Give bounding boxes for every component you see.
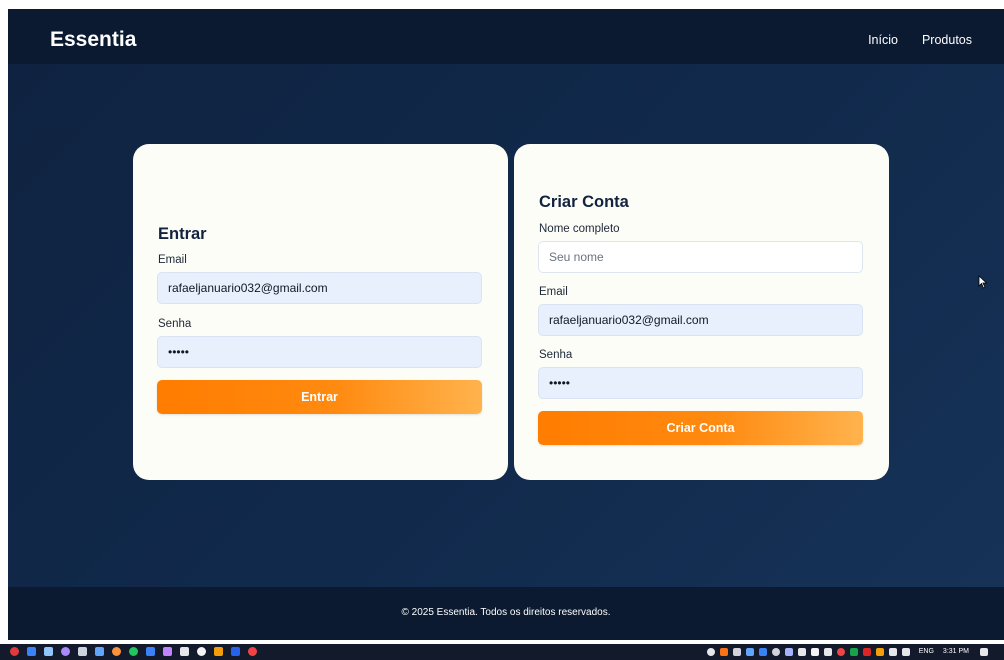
register-password-label: Senha [539,349,573,361]
monitor-icon[interactable] [95,647,104,656]
login-password-input[interactable] [157,336,482,368]
firefox-icon[interactable] [112,647,121,656]
tray-app2-icon[interactable] [810,647,819,656]
chrome-icon[interactable] [248,647,257,656]
tray-search-icon[interactable] [706,647,715,656]
notification-icon[interactable] [980,647,988,656]
register-title: Criar Conta [539,193,629,211]
login-card: Entrar Email Senha Entrar [133,144,508,480]
login-email-input[interactable] [157,272,482,304]
tray-badge-icon[interactable] [849,647,858,656]
system-tray: ENG 3:31 PM [706,647,988,656]
tray-cloud-icon[interactable] [745,647,754,656]
mic-icon[interactable] [823,647,832,656]
register-name-label: Nome completo [539,223,620,235]
settings-icon[interactable] [78,647,87,656]
headset-icon[interactable] [732,647,741,656]
bluetooth-icon[interactable] [797,647,806,656]
language-indicator[interactable]: ENG [919,647,934,656]
navbar: Essentia Início Produtos [8,9,1004,64]
volume-icon[interactable] [901,647,910,656]
folder-icon[interactable] [214,647,223,656]
register-submit-button[interactable]: Criar Conta [538,411,863,445]
whatsapp-icon[interactable] [129,647,138,656]
register-name-input[interactable] [538,241,863,273]
tray-badge2-icon[interactable] [862,647,871,656]
network-icon[interactable] [888,647,897,656]
footer: © 2025 Essentia. Todos os direitos reser… [8,587,1004,640]
notes-icon[interactable] [180,647,189,656]
tray-app-icon[interactable] [719,647,728,656]
footer-copyright: © 2025 Essentia. Todos os direitos reser… [401,607,611,618]
register-email-input[interactable] [538,304,863,336]
tray-globe-icon[interactable] [771,647,780,656]
start-icon[interactable] [10,647,19,656]
nav-link-inicio[interactable]: Início [868,33,898,47]
tray-fox-icon[interactable] [875,647,884,656]
taskbar: ENG 3:31 PM [0,644,1004,660]
register-password-input[interactable] [538,367,863,399]
nav-links: Início Produtos [868,33,972,47]
register-card: Criar Conta Nome completo Email Senha Cr… [514,144,889,480]
app-icon[interactable] [61,647,70,656]
mouse-cursor-icon [978,275,988,289]
login-title: Entrar [158,225,207,243]
clock[interactable]: 3:31 PM [943,647,969,656]
files-icon[interactable] [44,647,53,656]
browser-viewport: Essentia Início Produtos Entrar Email Se… [8,9,1004,640]
register-email-label: Email [539,286,568,298]
login-submit-button[interactable]: Entrar [157,380,482,414]
nav-link-produtos[interactable]: Produtos [922,33,972,47]
tray-chrome-icon[interactable] [836,647,845,656]
brand-logo[interactable]: Essentia [50,28,136,52]
shield-icon[interactable] [758,647,767,656]
search-icon[interactable] [197,647,206,656]
tray-window-icon[interactable] [784,647,793,656]
login-password-label: Senha [158,318,192,330]
taskbar-app-icons [10,647,257,656]
edge-icon[interactable] [27,647,36,656]
app-drop-icon[interactable] [163,647,172,656]
word-icon[interactable] [231,647,240,656]
store-icon[interactable] [146,647,155,656]
login-email-label: Email [158,254,187,266]
